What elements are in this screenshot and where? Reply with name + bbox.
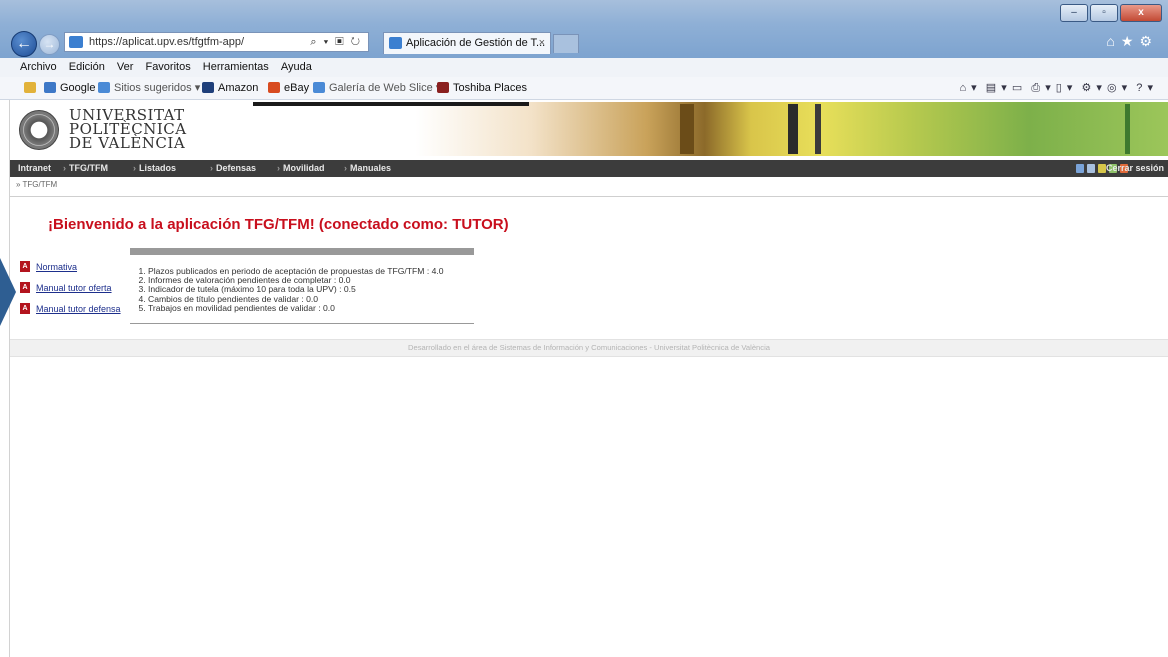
menu-herramientas[interactable]: Herramientas bbox=[203, 58, 269, 77]
utility-icon[interactable] bbox=[1098, 164, 1106, 173]
summary-header-bar bbox=[130, 248, 474, 255]
summary-panel: Plazos publicados en periodo de aceptaci… bbox=[130, 248, 474, 325]
tab-close-button[interactable]: × bbox=[539, 33, 545, 53]
pdf-icon: A bbox=[20, 303, 30, 314]
utility-icon[interactable] bbox=[1087, 164, 1095, 173]
forward-button[interactable]: → bbox=[39, 34, 60, 55]
fav-sitios-sugeridos[interactable]: Sitios sugeridos ▾ bbox=[98, 77, 200, 99]
maximize-button[interactable]: ▫ bbox=[1090, 4, 1118, 22]
breadcrumb[interactable]: » TFG/TFM bbox=[16, 180, 57, 189]
back-button[interactable]: ← bbox=[11, 31, 37, 57]
home-icon[interactable]: ⌂ bbox=[1106, 33, 1120, 49]
address-bar-tools[interactable]: ⌕ ▾ ▣ ↻ bbox=[310, 33, 362, 51]
banner-graphic bbox=[815, 104, 821, 154]
banner-graphic bbox=[1125, 104, 1130, 154]
summary-list: Plazos publicados en periodo de aceptaci… bbox=[130, 266, 474, 313]
pdf-icon: A bbox=[20, 282, 30, 293]
callout-arrow bbox=[0, 258, 16, 326]
menu-edicion[interactable]: Edición bbox=[69, 58, 105, 77]
page: – ▫ x ← → https://aplicat.upv.es/tfgtfm-… bbox=[0, 0, 1168, 657]
menu-bar: Archivo Edición Ver Favoritos Herramient… bbox=[0, 58, 1168, 78]
menu-ver[interactable]: Ver bbox=[117, 58, 134, 77]
utility-icon[interactable] bbox=[1076, 164, 1084, 173]
header-accent-line bbox=[253, 102, 529, 106]
page-left-border bbox=[9, 100, 10, 657]
link-normativa[interactable]: Normativa bbox=[36, 261, 77, 273]
ebay-icon bbox=[268, 82, 280, 93]
google-icon bbox=[44, 82, 56, 93]
address-url: https://aplicat.upv.es/tfgtfm-app/ bbox=[89, 36, 245, 48]
link-manual-tutor-defensa[interactable]: Manual tutor defensa bbox=[36, 303, 121, 315]
pdf-icon: A bbox=[20, 261, 30, 272]
fav-ebay[interactable]: eBay bbox=[268, 77, 309, 99]
minimize-button[interactable]: – bbox=[1060, 4, 1088, 22]
link-manual-tutor-oferta[interactable]: Manual tutor oferta bbox=[36, 282, 112, 294]
favorites-icon[interactable] bbox=[24, 77, 40, 99]
browser-tab[interactable]: Aplicación de Gestión de T... × bbox=[383, 32, 551, 54]
welcome-heading: ¡Bienvenido a la aplicación TFG/TFM! (co… bbox=[48, 216, 509, 233]
nav-listados[interactable]: › Listados bbox=[133, 160, 176, 177]
banner-graphic bbox=[788, 104, 798, 154]
upv-logo-text: UNIVERSITAT POLITÈCNICA DE VALÈNCIA bbox=[69, 108, 187, 152]
nav-movilidad[interactable]: › Movilidad bbox=[277, 160, 325, 177]
nav-tfg-tfm[interactable]: › TFG/TFM bbox=[63, 160, 108, 177]
window-controls: – ▫ x bbox=[1058, 4, 1162, 22]
address-bar[interactable]: https://aplicat.upv.es/tfgtfm-app/ ⌕ ▾ ▣… bbox=[64, 32, 369, 52]
fav-web-slice[interactable]: Galería de Web Slice ▾ bbox=[313, 77, 441, 99]
toshiba-icon bbox=[437, 82, 449, 93]
nav-intranet[interactable]: Intranet bbox=[18, 160, 51, 177]
tab-favicon-icon bbox=[389, 37, 402, 49]
fav-toshiba[interactable]: Toshiba Places bbox=[437, 77, 527, 99]
ie-icon bbox=[313, 82, 325, 93]
fav-amazon[interactable]: Amazon bbox=[202, 77, 258, 99]
ie-icon bbox=[98, 82, 110, 93]
gear-icon[interactable]: ⚙ bbox=[1139, 33, 1158, 49]
logo-line: DE VALÈNCIA bbox=[69, 134, 186, 152]
upv-seal-logo bbox=[19, 110, 59, 150]
favorites-bar: Google Sitios sugeridos ▾ Amazon eBay Ga… bbox=[0, 77, 1168, 100]
site-footer: Desarrollado en el área de Sistemas de I… bbox=[10, 339, 1168, 357]
command-bar-icons[interactable]: ⌂ ▾ ▤ ▾ ▭ ⎙ ▾ ▯ ▾ ⚙ ▾ ◎ ▾ ? ▾ bbox=[959, 77, 1154, 99]
browser-toolbar-icons[interactable]: ⌂★⚙ bbox=[1106, 33, 1158, 50]
amazon-icon bbox=[202, 82, 214, 93]
menu-archivo[interactable]: Archivo bbox=[20, 58, 57, 77]
menu-ayuda[interactable]: Ayuda bbox=[281, 58, 312, 77]
browser-titlebar: – ▫ x ← → https://aplicat.upv.es/tfgtfm-… bbox=[0, 0, 1168, 58]
close-window-button[interactable]: x bbox=[1120, 4, 1162, 22]
summary-divider bbox=[130, 323, 474, 325]
divider bbox=[10, 196, 1168, 197]
logout-link[interactable]: Cerrar sesión bbox=[1106, 160, 1164, 177]
favorites-star-icon[interactable]: ★ bbox=[1121, 33, 1140, 49]
page-icon bbox=[69, 36, 83, 48]
menu-favoritos[interactable]: Favoritos bbox=[145, 58, 190, 77]
nav-defensas[interactable]: › Defensas bbox=[210, 160, 256, 177]
summary-item: Trabajos en movilidad pendientes de vali… bbox=[148, 303, 474, 313]
new-tab-button[interactable] bbox=[553, 34, 579, 53]
tab-title: Aplicación de Gestión de T... bbox=[406, 37, 546, 49]
banner-graphic bbox=[680, 104, 694, 154]
site-nav: Intranet › TFG/TFM › Listados › Defensas › M… bbox=[10, 160, 1168, 177]
nav-manuales[interactable]: › Manuales bbox=[344, 160, 391, 177]
fav-google[interactable]: Google bbox=[44, 77, 95, 99]
